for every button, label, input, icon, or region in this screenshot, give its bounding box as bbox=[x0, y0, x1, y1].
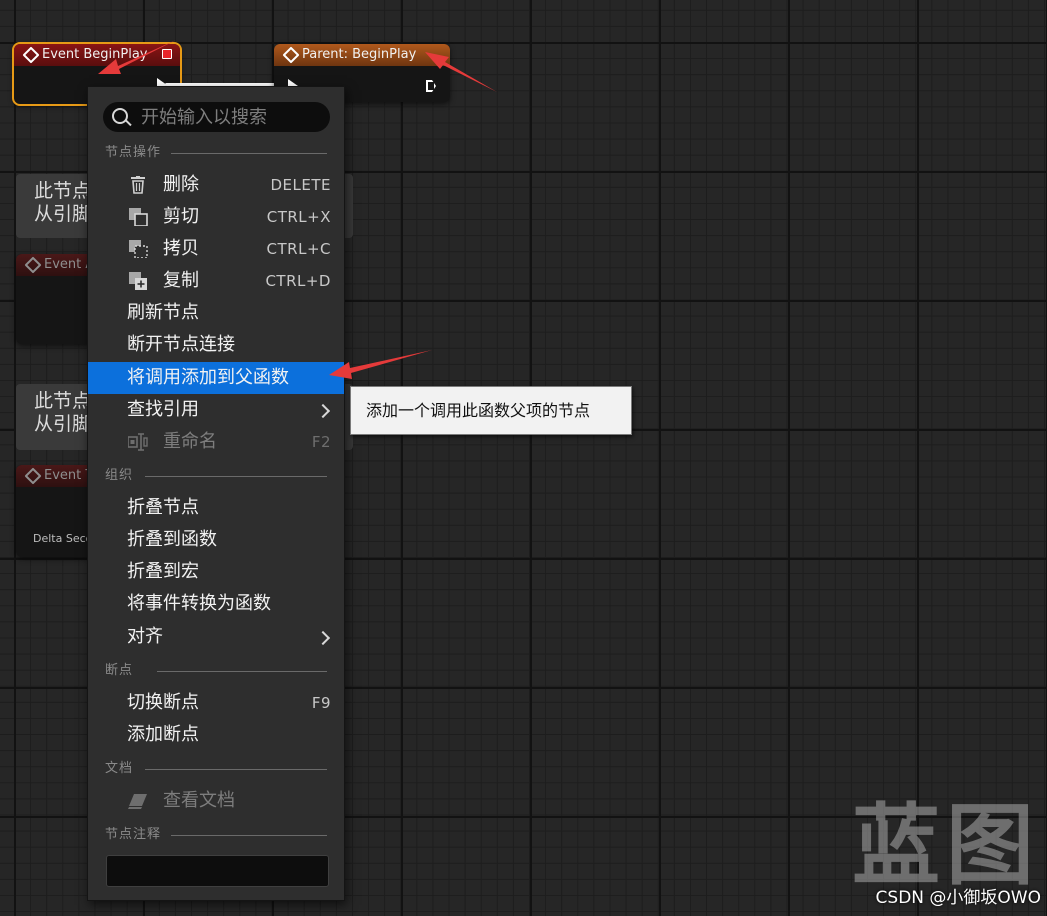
context-menu: 节点操作 删除 DELETE 剪切 CTRL+X 拷贝 CTRL+C bbox=[87, 86, 345, 901]
menu-item-toggle-breakpoint-shortcut: F9 bbox=[311, 694, 331, 712]
menu-item-collapse-to-function-label: 折叠到函数 bbox=[127, 529, 217, 550]
section-node-comment-label: 节点注释 bbox=[105, 827, 162, 842]
menu-item-collapse-to-macro-label: 折叠到宏 bbox=[127, 561, 199, 582]
menu-search-input[interactable] bbox=[141, 102, 321, 132]
menu-item-duplicate-label: 复制 bbox=[163, 270, 199, 291]
menu-item-collapse-to-function[interactable]: 折叠到函数 bbox=[88, 524, 344, 556]
delta-seconds-pin-label: Delta Seco bbox=[33, 532, 93, 545]
blueprint-watermark: 蓝图 bbox=[852, 794, 1041, 897]
section-organize: 组织 bbox=[105, 468, 327, 484]
section-node-ops: 节点操作 bbox=[105, 145, 327, 161]
rename-icon bbox=[128, 433, 148, 451]
copy-icon bbox=[129, 240, 148, 258]
section-divider bbox=[145, 769, 327, 770]
documentation-icon bbox=[128, 794, 147, 809]
menu-item-cut-shortcut: CTRL+X bbox=[266, 208, 331, 226]
section-divider bbox=[145, 476, 327, 477]
node-comment-input[interactable] bbox=[106, 855, 329, 887]
menu-item-break-links-label: 断开节点连接 bbox=[127, 334, 235, 355]
tooltip: 添加一个调用此函数父项的节点 bbox=[350, 386, 632, 435]
event-beginplay-header: Event BeginPlay bbox=[14, 44, 180, 66]
chevron-right-icon bbox=[315, 403, 331, 419]
event-diamond-icon bbox=[22, 46, 40, 64]
menu-item-cut[interactable]: 剪切 CTRL+X bbox=[88, 201, 344, 233]
menu-item-delete-label: 删除 bbox=[163, 174, 199, 195]
event-diamond-icon bbox=[24, 256, 42, 274]
section-docs-label: 文档 bbox=[105, 761, 134, 776]
exec-output-pin-outline-icon[interactable] bbox=[426, 80, 436, 92]
menu-item-collapse-to-macro[interactable]: 折叠到宏 bbox=[88, 556, 344, 588]
menu-item-copy-label: 拷贝 bbox=[163, 238, 199, 259]
menu-item-delete[interactable]: 删除 DELETE bbox=[88, 169, 344, 201]
menu-item-add-breakpoint[interactable]: 添加断点 bbox=[88, 719, 344, 751]
menu-item-copy-shortcut: CTRL+C bbox=[266, 240, 331, 258]
parent-beginplay-header: Parent: BeginPlay bbox=[274, 44, 450, 66]
menu-item-find-references-label: 查找引用 bbox=[127, 399, 199, 420]
menu-item-find-references[interactable]: 查找引用 bbox=[88, 394, 344, 426]
menu-item-collapse-nodes[interactable]: 折叠节点 bbox=[88, 492, 344, 524]
section-divider bbox=[157, 671, 327, 672]
menu-item-add-parent-call[interactable]: 将调用添加到父函数 bbox=[88, 362, 344, 394]
menu-item-break-links[interactable]: 断开节点连接 bbox=[88, 329, 344, 361]
menu-item-rename-shortcut: F2 bbox=[311, 433, 331, 451]
event-diamond-icon bbox=[282, 46, 300, 64]
event-t-title: Event T bbox=[44, 468, 94, 483]
parent-beginplay-title: Parent: BeginPlay bbox=[302, 47, 417, 62]
menu-item-duplicate-shortcut: CTRL+D bbox=[265, 272, 331, 290]
menu-item-convert-event-label: 将事件转换为函数 bbox=[127, 593, 271, 614]
event-diamond-icon bbox=[24, 467, 42, 485]
menu-item-collapse-nodes-label: 折叠节点 bbox=[127, 497, 199, 518]
menu-item-rename[interactable]: 重命名 F2 bbox=[88, 426, 344, 458]
chevron-right-icon bbox=[315, 630, 331, 646]
menu-item-align-label: 对齐 bbox=[127, 626, 163, 647]
menu-item-cut-label: 剪切 bbox=[163, 206, 199, 227]
menu-item-rename-label: 重命名 bbox=[163, 431, 217, 452]
menu-item-add-breakpoint-label: 添加断点 bbox=[127, 724, 199, 745]
event-beginplay-title: Event BeginPlay bbox=[42, 47, 148, 62]
menu-item-duplicate[interactable]: 复制 CTRL+D bbox=[88, 265, 344, 297]
section-breakpoints-label: 断点 bbox=[105, 663, 134, 678]
section-breakpoints: 断点 bbox=[105, 663, 327, 679]
section-node-ops-label: 节点操作 bbox=[105, 145, 162, 160]
search-icon bbox=[112, 108, 128, 124]
section-docs: 文档 bbox=[105, 761, 327, 777]
menu-item-refresh-label: 刷新节点 bbox=[127, 302, 199, 323]
menu-item-view-docs-label: 查看文档 bbox=[163, 790, 235, 811]
menu-search[interactable] bbox=[103, 102, 330, 132]
trash-icon bbox=[131, 176, 145, 194]
menu-item-toggle-breakpoint[interactable]: 切换断点 F9 bbox=[88, 687, 344, 719]
duplicate-icon bbox=[129, 272, 147, 290]
cut-icon bbox=[129, 208, 148, 226]
section-divider bbox=[171, 153, 327, 154]
section-divider bbox=[171, 835, 327, 836]
delegate-pin-icon[interactable] bbox=[162, 49, 172, 59]
menu-item-delete-shortcut: DELETE bbox=[270, 176, 331, 194]
menu-item-copy[interactable]: 拷贝 CTRL+C bbox=[88, 233, 344, 265]
section-node-comment: 节点注释 bbox=[105, 827, 327, 843]
menu-item-refresh[interactable]: 刷新节点 bbox=[88, 297, 344, 329]
section-organize-label: 组织 bbox=[105, 468, 134, 483]
menu-item-view-docs[interactable]: 查看文档 bbox=[88, 785, 344, 817]
menu-item-toggle-breakpoint-label: 切换断点 bbox=[127, 692, 199, 713]
author-credit: CSDN @小御坂OWO bbox=[875, 888, 1041, 908]
menu-item-convert-event[interactable]: 将事件转换为函数 bbox=[88, 588, 344, 620]
menu-item-add-parent-call-label: 将调用添加到父函数 bbox=[127, 367, 289, 388]
menu-item-align[interactable]: 对齐 bbox=[88, 621, 344, 653]
